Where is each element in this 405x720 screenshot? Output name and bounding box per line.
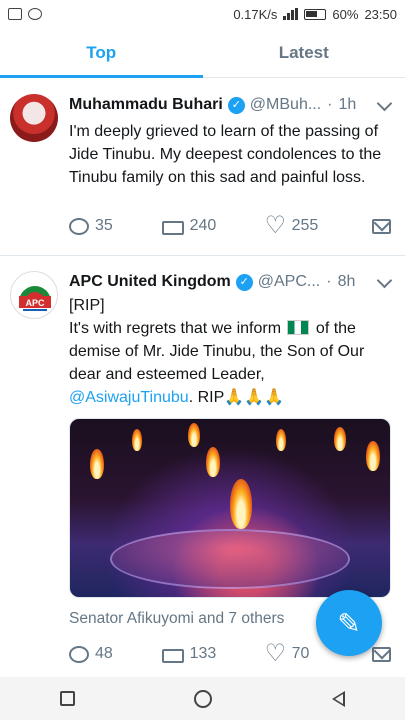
tweet-text-part: . RIP [188,389,225,406]
reply-button[interactable]: 35 [69,217,160,235]
retweet-icon [160,218,184,235]
nigeria-flag-icon [287,320,310,335]
mention-link[interactable]: @AsiwajuTinubu [69,389,189,406]
reply-button[interactable]: 48 [69,645,160,663]
battery-level: 60% [332,6,359,22]
verified-icon: ✓ [235,273,253,291]
clock: 23:50 [364,6,397,22]
svg-text:APC: APC [25,298,45,308]
compose-button[interactable]: ✎ [316,590,382,656]
battery-icon [304,8,327,20]
tweet-time: 1h [338,96,357,113]
reply-icon [69,217,89,235]
author-handle[interactable]: @MBuh... [250,96,321,114]
reply-count: 35 [95,217,113,234]
reply-icon [69,645,89,663]
social-context[interactable]: Senator Afikuyomi and 7 others [69,610,284,628]
tweet-header: Muhammadu Buhari ✓ @MBuh... · 1h [69,94,391,116]
tweet-text: [RIP] It's with regrets that we inform o… [69,294,393,409]
sync-notification-icon [28,8,42,20]
like-button[interactable]: 255 [265,211,372,240]
tab-top[interactable]: Top [0,28,203,78]
recent-apps-icon[interactable] [59,691,75,706]
retweet-count: 133 [189,645,217,662]
candle-flame [276,429,286,451]
candle-flame [334,427,346,451]
home-icon[interactable] [194,689,213,708]
chevron-down-icon[interactable] [377,98,391,112]
search-tabs: Top Latest [0,28,405,78]
candle-flame [230,479,252,529]
retweet-icon [160,646,184,663]
status-bar: 0.17K/s 60% 23:50 [0,0,405,28]
separator-dot: · [326,273,332,290]
verified-icon: ✓ [227,96,245,114]
separator-dot: · [327,96,333,113]
tab-latest[interactable]: Latest [203,28,405,77]
author-name[interactable]: Muhammadu Buhari [69,96,223,114]
compose-icon: ✎ [337,607,361,639]
retweet-button[interactable]: 240 [160,217,266,235]
reply-count: 48 [95,645,113,662]
gallery-notification-icon [8,8,22,20]
back-icon[interactable] [332,690,346,707]
like-count: 255 [291,217,319,234]
like-count: 70 [291,645,310,662]
candle-flame [206,447,220,477]
direct-message-icon[interactable] [371,218,391,234]
tweet-text: I'm deeply grieved to learn of the passi… [69,123,382,186]
author-handle[interactable]: @APC... [258,273,320,291]
like-icon [265,211,287,240]
tweet-time: 8h [337,273,356,290]
candle-bowl [110,529,350,589]
chevron-down-icon[interactable] [377,275,391,289]
praying-hands-emoji: 🙏🙏🙏 [224,389,285,406]
direct-message-icon[interactable] [371,646,391,662]
tweet-text-paragraph: It's with regrets that we inform of the … [69,317,393,409]
tweet-text-line: [RIP] [69,297,105,314]
tweet-actions: 35 240 255 [69,211,391,240]
author-name[interactable]: APC United Kingdom [69,273,231,291]
candle-flame [366,441,380,471]
candle-flame [132,429,142,451]
tweet-image[interactable] [69,418,391,598]
retweet-button[interactable]: 133 [160,645,266,663]
signal-icon [283,8,299,20]
retweet-count: 240 [189,217,217,234]
apc-logo: APC [19,286,51,311]
avatar[interactable] [10,94,58,142]
like-icon [265,639,287,668]
network-speed: 0.17K/s [233,6,278,22]
tweet-header: APC United Kingdom ✓ @APC... · 8h [69,271,391,293]
system-nav-bar [0,677,405,720]
tweet-text-part: It's with regrets that we inform [69,320,282,337]
candle-flame [90,449,104,479]
tweet[interactable]: Muhammadu Buhari ✓ @MBuh... · 1h I'm dee… [0,80,405,256]
avatar[interactable]: APC [10,271,58,319]
candle-flame [188,423,200,447]
